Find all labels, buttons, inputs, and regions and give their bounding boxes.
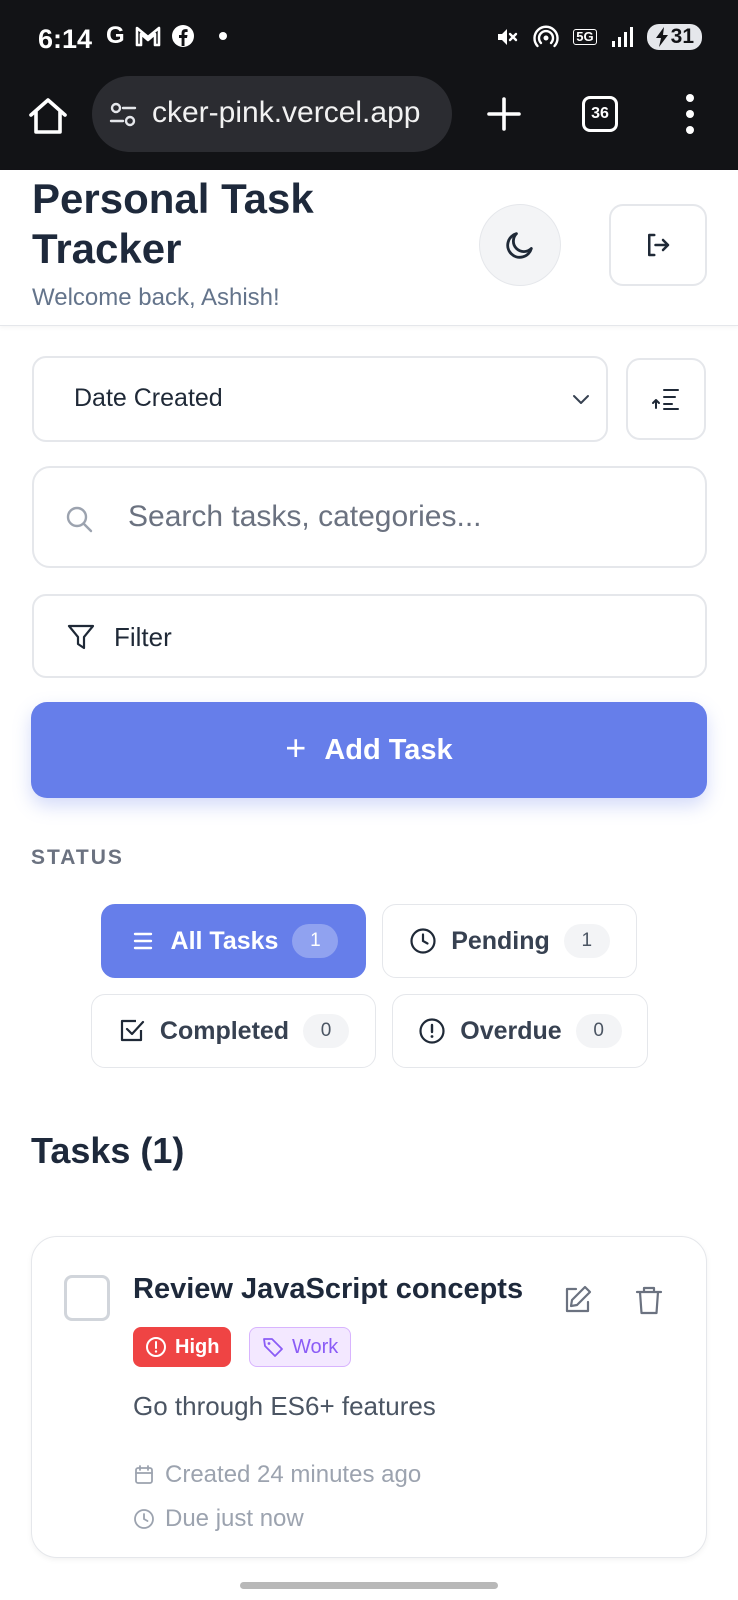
task-card: Review JavaScript concepts High Work Go … <box>31 1236 707 1558</box>
filter-button[interactable]: Filter <box>32 594 707 678</box>
check-square-icon <box>118 1017 146 1045</box>
chip-label: Completed <box>159 1016 290 1045</box>
clock-icon <box>133 1508 155 1530</box>
task-created-meta: Created 24 minutes ago <box>133 1461 421 1489</box>
mute-icon <box>498 29 518 45</box>
plus-icon: + <box>285 727 307 768</box>
signal-icon <box>611 27 633 47</box>
task-complete-checkbox[interactable] <box>64 1275 110 1321</box>
list-icon <box>129 927 157 955</box>
network-type: 5G <box>573 29 597 45</box>
system-icons: 5G 31 <box>495 24 702 50</box>
clock-icon <box>409 927 437 955</box>
trash-icon[interactable] <box>632 1283 666 1317</box>
sort-select-value: Date Created <box>74 384 223 412</box>
logout-icon <box>648 233 670 257</box>
battery-level: 31 <box>670 25 694 48</box>
tag-icon <box>263 1338 283 1357</box>
search-input[interactable] <box>128 492 678 542</box>
gmail-icon <box>135 26 160 47</box>
search-box <box>32 466 707 568</box>
filter-icon <box>67 624 95 650</box>
task-description: Go through ES6+ features <box>133 1391 436 1421</box>
chip-count: 0 <box>575 1014 622 1048</box>
page-title: Personal Task Tracker <box>32 175 314 272</box>
clock: 6:14 <box>38 24 93 54</box>
edit-icon[interactable] <box>560 1283 594 1317</box>
new-tab-icon[interactable] <box>486 96 522 132</box>
search-icon <box>66 506 93 533</box>
alert-circle-icon <box>146 1337 166 1357</box>
category-badge: Work <box>249 1327 352 1367</box>
url-text[interactable]: cker-pink.vercel.app <box>152 96 442 130</box>
facebook-icon <box>171 25 194 47</box>
chip-count: 1 <box>292 924 339 958</box>
chip-count: 0 <box>303 1014 350 1048</box>
address-bar[interactable]: cker-pink.vercel.app <box>92 76 452 152</box>
add-task-button[interactable]: + Add Task <box>31 702 707 798</box>
sort-select[interactable]: Date Created <box>32 356 608 442</box>
tab-switcher-button[interactable]: 36 <box>582 96 618 132</box>
chip-count: 1 <box>563 924 610 958</box>
tasks-heading: Tasks (1) <box>31 1130 185 1171</box>
browser-toolbar: cker-pink.vercel.app 36 <box>0 76 738 170</box>
notification-icons: G <box>106 22 227 50</box>
status-chip-overdue[interactable]: Overdue 0 <box>392 994 648 1068</box>
status-heading: STATUS <box>31 846 124 869</box>
add-task-label: Add Task <box>324 733 453 766</box>
task-title: Review JavaScript concepts <box>133 1273 524 1305</box>
theme-toggle-button[interactable] <box>479 204 561 286</box>
home-icon[interactable] <box>26 94 70 138</box>
more-notifications-dot <box>218 32 227 40</box>
status-chip-pending[interactable]: Pending 1 <box>382 904 637 978</box>
chip-label: Overdue <box>460 1016 562 1045</box>
site-settings-icon[interactable] <box>108 100 138 130</box>
status-bar: 6:14 G 5G 31 <box>0 0 738 76</box>
sort-direction-button[interactable] <box>626 358 706 440</box>
hotspot-icon <box>533 25 559 48</box>
logout-button[interactable] <box>609 204 707 286</box>
due-text: Due just now <box>165 1505 304 1532</box>
calendar-icon <box>133 1464 155 1486</box>
created-text: Created 24 minutes ago <box>165 1461 422 1488</box>
chip-label: All Tasks <box>170 926 279 955</box>
charging-bolt-icon <box>655 27 668 47</box>
task-due-meta: Due just now <box>133 1505 304 1533</box>
category-label: Work <box>292 1335 339 1358</box>
browser-menu-icon[interactable] <box>680 94 700 134</box>
priority-label: High <box>175 1335 220 1358</box>
app-header: Personal Task Tracker Welcome back, Ashi… <box>0 170 738 326</box>
google-icon: G <box>106 22 125 49</box>
alert-circle-icon <box>418 1017 446 1045</box>
sort-ascending-icon <box>652 389 679 410</box>
priority-badge: High <box>133 1327 232 1367</box>
chevron-down-icon <box>573 395 589 404</box>
gesture-home-indicator[interactable] <box>240 1582 498 1589</box>
moon-icon <box>506 232 533 259</box>
status-chip-all-tasks[interactable]: All Tasks 1 <box>101 904 366 978</box>
battery-indicator: 31 <box>646 24 702 50</box>
status-chip-completed[interactable]: Completed 0 <box>91 994 376 1068</box>
welcome-text: Welcome back, Ashish! <box>32 284 280 311</box>
filter-label: Filter <box>114 622 172 652</box>
chip-label: Pending <box>451 926 550 955</box>
